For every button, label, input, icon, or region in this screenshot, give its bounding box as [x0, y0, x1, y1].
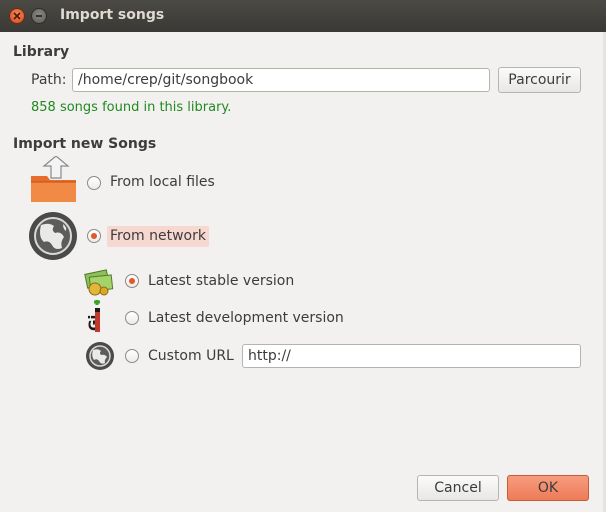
local-files-label[interactable]: From local files [110, 174, 215, 190]
git-icon: Gi [84, 299, 112, 338]
window-titlebar: Import songs [0, 0, 606, 32]
stable-version-radio[interactable] [125, 274, 139, 288]
custom-url-label[interactable]: Custom URL [148, 348, 234, 364]
path-label: Path: [31, 72, 67, 88]
custom-url-radio[interactable] [125, 349, 139, 363]
minimize-icon[interactable] [31, 8, 47, 24]
ok-button-label: OK [537, 480, 559, 496]
dev-version-radio[interactable] [125, 311, 139, 325]
custom-url-input[interactable] [242, 344, 581, 368]
money-icon [84, 266, 116, 300]
import-heading: Import new Songs [13, 136, 157, 152]
network-radio[interactable] [87, 229, 101, 243]
globe-icon [27, 211, 79, 265]
folder-upload-icon [29, 155, 79, 210]
cancel-button-label: Cancel [434, 480, 482, 496]
ok-button[interactable]: OK [507, 475, 589, 501]
songs-found-status: 858 songs found in this library. [31, 100, 232, 115]
globe-small-icon [84, 341, 116, 375]
library-heading: Library [13, 44, 70, 60]
local-files-radio[interactable] [87, 176, 101, 190]
browse-button[interactable]: Parcourir [498, 67, 581, 93]
network-label[interactable]: From network [110, 228, 206, 244]
close-icon[interactable] [9, 8, 25, 24]
path-input[interactable] [72, 68, 490, 92]
cancel-button[interactable]: Cancel [417, 475, 499, 501]
window-title: Import songs [60, 7, 165, 23]
stable-version-label[interactable]: Latest stable version [148, 273, 294, 289]
dev-version-label[interactable]: Latest development version [148, 310, 344, 326]
